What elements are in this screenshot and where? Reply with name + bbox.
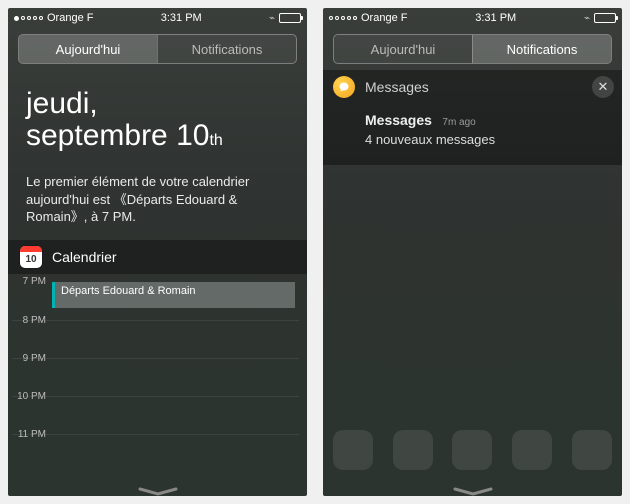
- bluetooth-icon: ⌁: [584, 13, 590, 24]
- status-left: Orange F: [14, 12, 93, 24]
- calendar-row: 11 PM: [12, 434, 299, 472]
- notification-title: Messages: [365, 112, 432, 128]
- segmented-control: Aujourd'hui Notifications: [18, 34, 297, 64]
- calendar-row: 8 PM: [12, 320, 299, 358]
- status-left: Orange F: [329, 12, 407, 24]
- calendar-icon: 10: [20, 246, 42, 268]
- tab-today[interactable]: Aujourd'hui: [19, 35, 157, 63]
- segmented-control: Aujourd'hui Notifications: [333, 34, 612, 64]
- notification-body: 4 nouveaux messages: [365, 132, 608, 147]
- calendar-event[interactable]: Départs Edouard & Romain: [52, 282, 295, 308]
- status-bar: Orange F 3:31 PM ⌁: [8, 8, 307, 28]
- today-date-main: septembre 10: [26, 119, 209, 152]
- grabber-icon[interactable]: [453, 484, 493, 490]
- grabber-icon[interactable]: [138, 484, 178, 490]
- tab-today[interactable]: Aujourd'hui: [334, 35, 472, 63]
- calendar-widget-header[interactable]: 10 Calendrier: [8, 240, 307, 274]
- status-right: ⌁: [584, 13, 616, 24]
- home-icons-blur: [323, 418, 622, 470]
- status-right: ⌁: [269, 13, 301, 24]
- status-bar: Orange F 3:31 PM ⌁: [323, 8, 622, 28]
- notification-app-name: Messages: [365, 79, 429, 95]
- hour-label: 7 PM: [12, 276, 52, 287]
- clock-label: 3:31 PM: [475, 12, 516, 24]
- today-header: jeudi, septembre 10th: [8, 70, 307, 161]
- today-date-ordinal: th: [209, 132, 222, 149]
- calendar-row: 9 PM: [12, 358, 299, 396]
- notification-group-header[interactable]: Messages ✕: [323, 70, 622, 104]
- today-date: septembre 10th: [26, 120, 289, 152]
- hour-label: 10 PM: [12, 391, 52, 402]
- tab-notifications[interactable]: Notifications: [157, 35, 296, 63]
- signal-icon: [329, 16, 357, 20]
- signal-icon: [14, 16, 43, 21]
- phone-today: Orange F 3:31 PM ⌁ Aujourd'hui Notificat…: [8, 8, 307, 496]
- battery-icon: [279, 13, 301, 23]
- close-icon[interactable]: ✕: [592, 76, 614, 98]
- phone-notifications: Orange F 3:31 PM ⌁ Aujourd'hui Notificat…: [323, 8, 622, 496]
- notification-item[interactable]: Messages 7m ago 4 nouveaux messages: [323, 104, 622, 165]
- battery-icon: [594, 13, 616, 23]
- messages-icon: [333, 76, 355, 98]
- today-summary: Le premier élément de votre calendrier a…: [8, 161, 307, 240]
- carrier-label: Orange F: [47, 12, 93, 24]
- notification-group: Messages ✕ Messages 7m ago 4 nouveaux me…: [323, 70, 622, 165]
- hour-label: 11 PM: [12, 429, 52, 440]
- hour-label: 8 PM: [12, 315, 52, 326]
- carrier-label: Orange F: [361, 12, 407, 24]
- today-weekday: jeudi,: [26, 88, 289, 120]
- notification-time: 7m ago: [442, 117, 475, 128]
- calendar-title: Calendrier: [52, 249, 117, 265]
- calendar-row: 10 PM: [12, 396, 299, 434]
- tab-notifications[interactable]: Notifications: [472, 35, 611, 63]
- hour-label: 9 PM: [12, 353, 52, 364]
- clock-label: 3:31 PM: [161, 12, 202, 24]
- event-title: Départs Edouard & Romain: [61, 285, 196, 297]
- calendar-grid[interactable]: 7 PM Départs Edouard & Romain 8 PM 9 PM …: [8, 274, 307, 472]
- calendar-row: 7 PM Départs Edouard & Romain: [12, 282, 299, 320]
- bluetooth-icon: ⌁: [269, 13, 275, 24]
